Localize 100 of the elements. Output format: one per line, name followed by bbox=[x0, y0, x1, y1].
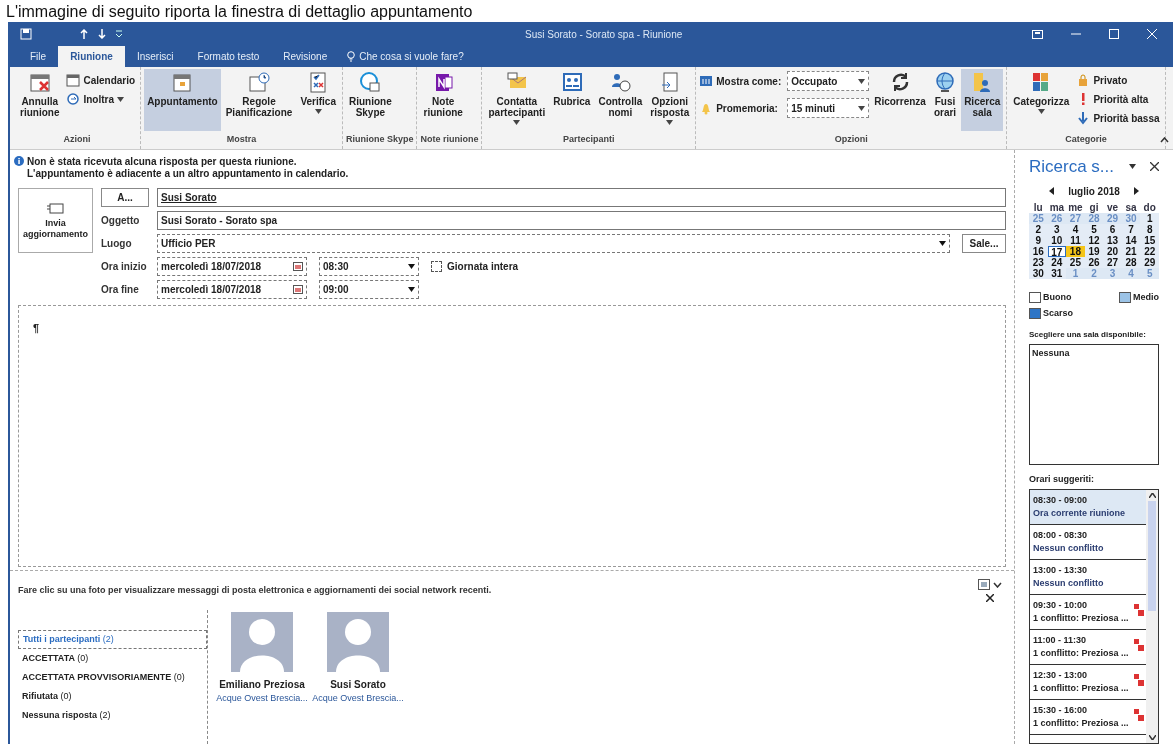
ribbon-button[interactable]: Annulla riunione bbox=[17, 69, 63, 131]
tell-me-field[interactable]: Che cosa si vuole fare? bbox=[339, 46, 472, 67]
calendar-day[interactable]: 31 bbox=[1047, 267, 1067, 279]
calendar-day[interactable]: 1 bbox=[1140, 212, 1159, 224]
close-icon[interactable] bbox=[1150, 162, 1159, 172]
ribbon-button[interactable]: Riunione Skype bbox=[345, 69, 395, 131]
ribbon-button[interactable]: Ricorrenza bbox=[871, 69, 929, 131]
attendee-filter[interactable]: ACCETTATA PROVVISORIAMENTE (0) bbox=[18, 668, 207, 687]
subject-field[interactable]: Susi Sorato - Sorato spa bbox=[157, 211, 1006, 230]
calendar-day[interactable]: 11 bbox=[1066, 234, 1085, 246]
calendar-day[interactable]: 28 bbox=[1121, 256, 1141, 268]
ribbon-button[interactable]: Appuntamento bbox=[144, 69, 221, 131]
collapse-ribbon-icon[interactable] bbox=[1160, 137, 1169, 143]
suggested-times-list[interactable] bbox=[1029, 488, 1159, 744]
scroll-down-icon[interactable] bbox=[1148, 735, 1156, 740]
ribbon-tab[interactable]: File bbox=[18, 46, 59, 67]
expand-icon[interactable] bbox=[993, 581, 1002, 588]
calendar-day[interactable]: 2 bbox=[1029, 223, 1048, 235]
attendee-filter[interactable]: Rifiutata (0) bbox=[18, 687, 207, 706]
ribbon-tab[interactable]: Inserisci bbox=[124, 46, 186, 67]
ribbon-button[interactable]: Ricerca sala bbox=[961, 69, 1004, 131]
calendar-day[interactable]: 5 bbox=[1084, 223, 1104, 235]
ribbon-tab[interactable]: Formato testo bbox=[185, 46, 272, 67]
ribbon-button[interactable]: Calendario bbox=[64, 71, 138, 89]
dropdown[interactable]: Occupato bbox=[787, 71, 870, 91]
calendar-day[interactable]: 7 bbox=[1121, 223, 1141, 235]
calendar-day[interactable]: 9 bbox=[1029, 234, 1048, 246]
time-field[interactable]: 08:30 bbox=[319, 257, 419, 276]
person-name: Emiliano Preziosa bbox=[219, 678, 305, 692]
date-field[interactable]: mercoledì 18/07/2018 bbox=[157, 257, 307, 276]
send-update-button[interactable]: Invia aggiornamento bbox=[18, 188, 93, 253]
calendar-day[interactable]: 13 bbox=[1103, 234, 1122, 246]
calendar-day[interactable]: 27 bbox=[1103, 256, 1122, 268]
calendar-day[interactable]: 19 bbox=[1084, 245, 1104, 257]
recipient-field[interactable]: Susi Sorato bbox=[157, 188, 1006, 207]
ribbon-button[interactable]: Rubrica bbox=[550, 69, 594, 131]
calendar-day[interactable]: 26 bbox=[1084, 256, 1104, 268]
ribbon-button[interactable]: Priorità alta bbox=[1074, 90, 1162, 108]
calendar-day[interactable]: 15 bbox=[1140, 234, 1159, 246]
ribbon-button[interactable]: Note riunione bbox=[420, 69, 466, 131]
down-arrow-icon[interactable] bbox=[98, 29, 106, 39]
ribbon-button[interactable]: Verifica bbox=[297, 69, 339, 131]
ribbon-button[interactable]: Categorizza bbox=[1010, 69, 1073, 131]
ribbon-display-icon[interactable] bbox=[1032, 29, 1043, 39]
calendar-day[interactable]: 30 bbox=[1029, 267, 1048, 279]
calendar-day[interactable]: 18 bbox=[1066, 245, 1085, 257]
up-arrow-icon[interactable] bbox=[80, 29, 88, 39]
ribbon-button[interactable]: Privato bbox=[1074, 71, 1162, 89]
calendar-icon bbox=[28, 71, 51, 93]
close-icon[interactable] bbox=[986, 594, 994, 602]
scrollbar[interactable] bbox=[1146, 489, 1158, 743]
save-icon[interactable] bbox=[20, 28, 32, 40]
calendar-day[interactable]: 6 bbox=[1103, 223, 1122, 235]
to-button[interactable]: A... bbox=[101, 188, 149, 207]
ribbon-button[interactable]: Regole Pianificazione bbox=[222, 69, 296, 131]
ribbon-button[interactable]: Controlla nomi bbox=[595, 69, 646, 131]
date-field[interactable]: mercoledì 18/07/2018 bbox=[157, 280, 307, 299]
ribbon-button[interactable]: Opzioni risposta bbox=[647, 69, 693, 131]
calendar-day[interactable]: 3 bbox=[1047, 223, 1067, 235]
attendee-filter[interactable]: Nessuna risposta (2) bbox=[18, 706, 207, 725]
calendar-day[interactable]: 16 bbox=[1029, 245, 1048, 257]
ribbon-button[interactable]: Priorità bassa bbox=[1074, 109, 1162, 127]
calendar-day[interactable]: 25 bbox=[1066, 256, 1085, 268]
rooms-button[interactable]: Sale... bbox=[962, 234, 1006, 253]
calendar-day[interactable]: 10 bbox=[1047, 234, 1067, 246]
previous-month-icon[interactable] bbox=[1049, 187, 1055, 195]
calendar-day[interactable]: 8 bbox=[1140, 223, 1159, 235]
ribbon-button[interactable]: Fusi orari bbox=[930, 69, 960, 131]
attendee-filter[interactable]: Tutti i partecipanti (2) bbox=[18, 630, 207, 649]
calendar-day[interactable]: 24 bbox=[1047, 256, 1067, 268]
checkbox[interactable] bbox=[431, 261, 442, 272]
location-field[interactable]: Ufficio PER bbox=[157, 234, 950, 253]
rooms-list[interactable]: Nessuna bbox=[1029, 343, 1159, 466]
ribbon-tab[interactable]: Riunione bbox=[58, 46, 125, 67]
calendar-day[interactable]: 12 bbox=[1084, 234, 1104, 246]
scrollbar-thumb[interactable] bbox=[1148, 501, 1156, 612]
attendee-filter[interactable]: ACCETTATA (0) bbox=[18, 649, 207, 668]
calendar-day[interactable]: 17 bbox=[1047, 245, 1067, 257]
next-month-icon[interactable] bbox=[1133, 187, 1139, 195]
weekday-label: ve bbox=[1106, 201, 1120, 213]
ribbon-button[interactable]: Inoltra bbox=[64, 90, 138, 108]
room-item[interactable]: Nessuna bbox=[1032, 346, 1156, 360]
calendar-day[interactable]: 22 bbox=[1140, 245, 1159, 257]
customize-icon[interactable] bbox=[116, 30, 122, 38]
time-field[interactable]: 09:00 bbox=[319, 280, 419, 299]
scroll-up-icon[interactable] bbox=[1148, 492, 1156, 498]
suggested-time[interactable]: 08:30 - 09:00 Ora corrente riunione bbox=[1030, 489, 1146, 525]
calendar-day[interactable]: 20 bbox=[1103, 245, 1122, 257]
calendar-day[interactable]: 21 bbox=[1121, 245, 1141, 257]
message-body[interactable]: ¶ bbox=[18, 305, 1006, 567]
ribbon-button[interactable]: Contatta partecipanti bbox=[485, 69, 549, 131]
people-pane-icon[interactable] bbox=[978, 579, 990, 590]
calendar-day[interactable]: 23 bbox=[1029, 256, 1048, 268]
dropdown[interactable]: 15 minuti bbox=[787, 98, 870, 118]
calendar-day[interactable]: 14 bbox=[1121, 234, 1141, 246]
maximize-icon[interactable] bbox=[1109, 29, 1119, 39]
address-book-icon bbox=[560, 71, 583, 93]
calendar-day[interactable]: 29 bbox=[1140, 256, 1159, 268]
calendar-day[interactable]: 4 bbox=[1066, 223, 1085, 235]
ribbon-tab[interactable]: Revisione bbox=[271, 46, 340, 67]
